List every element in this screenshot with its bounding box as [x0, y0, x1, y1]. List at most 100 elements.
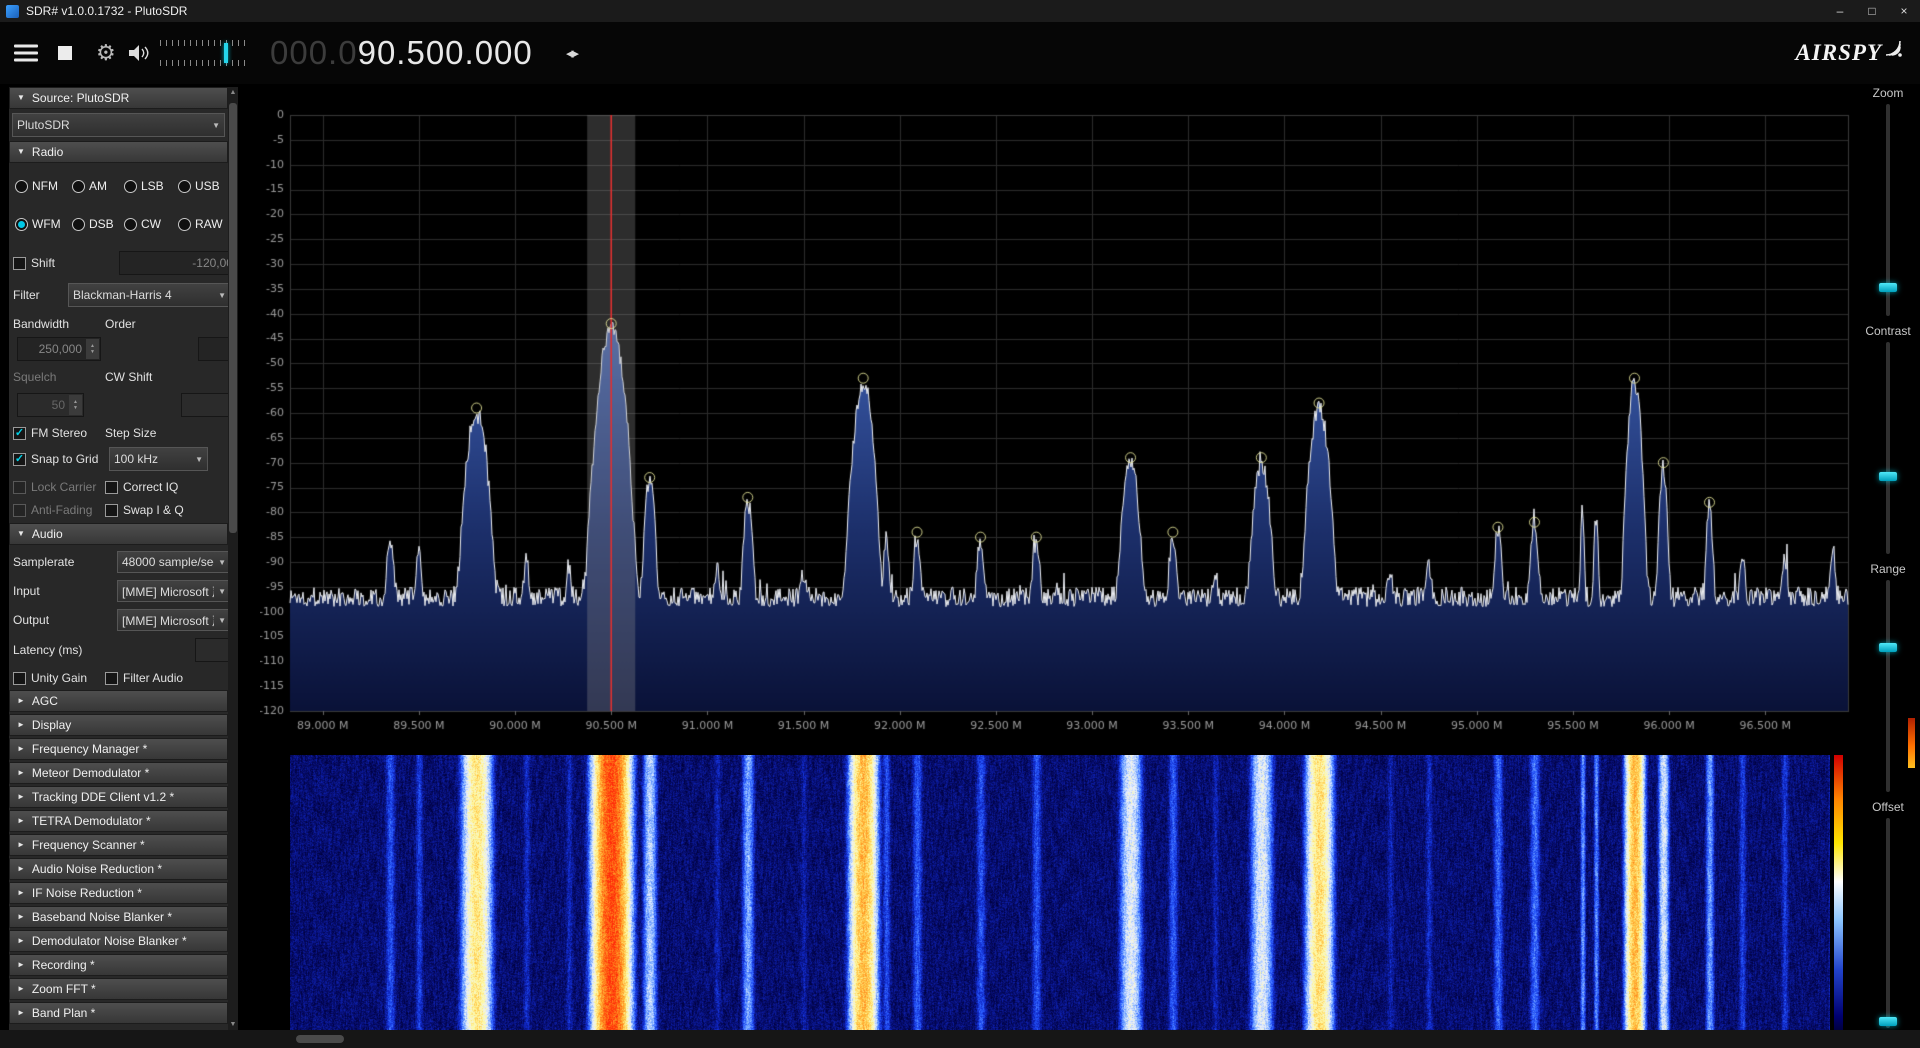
chevron-down-icon: ▼ — [191, 455, 203, 464]
samplerate-label: Samplerate — [13, 555, 74, 569]
panel-title: Display — [32, 718, 71, 732]
bandwidth-value: 250,000 — [39, 342, 82, 356]
maximize-button[interactable]: □ — [1856, 0, 1888, 22]
squelch-input[interactable]: 50 ▲▼ — [17, 393, 84, 417]
panel-baseband-noise-blanker[interactable]: ►Baseband Noise Blanker * — [9, 906, 228, 928]
panel-tracking-dde-client-v1-2[interactable]: ►Tracking DDE Client v1.2 * — [9, 786, 228, 808]
slider-track[interactable] — [1886, 818, 1890, 1028]
correct-iq-checkbox[interactable] — [105, 481, 118, 494]
panel-zoom-fft[interactable]: ►Zoom FFT * — [9, 978, 228, 1000]
audio-input-select[interactable]: [MME] Microsoft 声 ▼ — [117, 580, 228, 602]
scrollbar-thumb[interactable] — [229, 103, 237, 533]
mode-raw[interactable]: RAW — [178, 217, 228, 231]
unity-gain-label: Unity Gain — [31, 671, 87, 685]
volume-thumb[interactable] — [224, 43, 228, 63]
snap-to-grid-checkbox[interactable]: ✓ — [13, 453, 26, 466]
order-input[interactable]: 250 ▲▼ — [198, 337, 228, 361]
sidebar-scrollbar[interactable]: ▲ ▼ — [228, 87, 238, 1030]
panel-recording[interactable]: ►Recording * — [9, 954, 228, 976]
samplerate-select[interactable]: 48000 sample/sec ▼ — [117, 551, 228, 573]
waterfall-display[interactable] — [290, 755, 1830, 1030]
swap-iq-label: Swap I & Q — [123, 503, 184, 517]
mode-nfm[interactable]: NFM — [15, 179, 72, 193]
snap-to-grid-label: Snap to Grid — [31, 452, 98, 466]
stop-icon — [58, 46, 72, 60]
expand-arrow-icon: ► — [17, 985, 25, 993]
lock-carrier-checkbox[interactable] — [13, 481, 26, 494]
section-title: Audio — [32, 527, 63, 541]
slider-handle[interactable] — [1879, 1017, 1897, 1026]
latency-input[interactable]: 51 ▲▼ — [195, 638, 228, 662]
slider-handle[interactable] — [1879, 283, 1897, 292]
volume-slider[interactable] — [160, 40, 248, 66]
waterfall-color-scale — [1834, 755, 1843, 1030]
slider-label: Contrast — [1856, 324, 1920, 338]
settings-button[interactable]: ⚙ — [96, 42, 116, 64]
panel-band-plan[interactable]: ►Band Plan * — [9, 1002, 228, 1024]
step-size-label: Step Size — [105, 426, 156, 440]
control-panel: ▼ Source: PlutoSDR PlutoSDR ▼ ▼ Radio NF… — [9, 87, 228, 1030]
bandwidth-input[interactable]: 250,000 ▲▼ — [17, 337, 101, 361]
device-select[interactable]: PlutoSDR ▼ — [12, 113, 225, 137]
panel-tetra-demodulator[interactable]: ►TETRA Demodulator * — [9, 810, 228, 832]
bottom-scrollbar[interactable] — [0, 1030, 1920, 1048]
radio-dot-icon — [178, 180, 191, 193]
panel-audio-noise-reduction[interactable]: ►Audio Noise Reduction * — [9, 858, 228, 880]
panel-meteor-demodulator[interactable]: ►Meteor Demodulator * — [9, 762, 228, 784]
shift-input[interactable]: -120,000,000 ▲▼ — [119, 251, 228, 275]
title-bar: SDR# v1.0.0.1732 - PlutoSDR – □ × — [0, 0, 1920, 22]
scroll-up-icon[interactable]: ▲ — [228, 89, 238, 96]
spinner-icon[interactable]: ▲▼ — [86, 339, 99, 359]
frequency-display[interactable]: 000.090.500.000 — [270, 34, 533, 72]
slider-track[interactable] — [1886, 342, 1890, 554]
filter-select[interactable]: Blackman-Harris 4 ▼ — [68, 283, 228, 307]
slider-track[interactable] — [1886, 580, 1890, 792]
slider-handle[interactable] — [1879, 472, 1897, 481]
mode-lsb[interactable]: LSB — [124, 179, 178, 193]
mode-usb[interactable]: USB — [178, 179, 228, 193]
step-size-select[interactable]: 100 kHz ▼ — [109, 447, 208, 471]
radio-section-header[interactable]: ▼ Radio — [9, 141, 228, 163]
panel-title: Recording * — [32, 958, 95, 972]
volume-ruler-ticks — [160, 40, 248, 46]
mode-wfm[interactable]: WFM — [15, 217, 72, 231]
minimize-button[interactable]: – — [1824, 0, 1856, 22]
close-button[interactable]: × — [1888, 0, 1920, 22]
scroll-gradient-thumb[interactable] — [1908, 718, 1915, 768]
audio-output-select[interactable]: [MME] Microsoft 声 ▼ — [117, 609, 228, 631]
slider-track[interactable] — [1886, 104, 1890, 316]
expand-arrow-icon: ► — [17, 889, 25, 897]
expand-arrow-icon: ► — [17, 817, 25, 825]
swap-iq-checkbox[interactable] — [105, 504, 118, 517]
anti-fading-checkbox[interactable] — [13, 504, 26, 517]
cw-shift-input[interactable]: 1,000 ▲▼ — [181, 393, 228, 417]
panel-agc[interactable]: ►AGC — [9, 690, 228, 712]
spectrum-display[interactable] — [260, 88, 1855, 746]
slider-handle[interactable] — [1879, 643, 1897, 652]
scrollbar-thumb[interactable] — [296, 1035, 344, 1043]
gear-icon: ⚙ — [96, 42, 116, 64]
menu-button[interactable] — [14, 41, 38, 66]
mode-cw[interactable]: CW — [124, 217, 178, 231]
fm-stereo-checkbox[interactable]: ✓ — [13, 427, 26, 440]
filter-audio-checkbox[interactable] — [105, 672, 118, 685]
panel-display[interactable]: ►Display — [9, 714, 228, 736]
scroll-down-icon[interactable]: ▼ — [228, 1021, 238, 1028]
mode-dsb[interactable]: DSB — [72, 217, 124, 231]
cw-shift-label: CW Shift — [105, 370, 152, 384]
panel-if-noise-reduction[interactable]: ►IF Noise Reduction * — [9, 882, 228, 904]
panel-frequency-scanner[interactable]: ►Frequency Scanner * — [9, 834, 228, 856]
panel-frequency-manager[interactable]: ►Frequency Manager * — [9, 738, 228, 760]
unity-gain-checkbox[interactable] — [13, 672, 26, 685]
airspy-text: AIRSPY — [1795, 40, 1882, 66]
panel-demodulator-noise-blanker[interactable]: ►Demodulator Noise Blanker * — [9, 930, 228, 952]
mode-am[interactable]: AM — [72, 179, 124, 193]
mute-button[interactable] — [128, 44, 150, 62]
shift-checkbox[interactable] — [13, 257, 26, 270]
fm-stereo-label: FM Stereo — [31, 426, 87, 440]
slider-label: Offset — [1856, 800, 1920, 814]
source-section-header[interactable]: ▼ Source: PlutoSDR — [9, 87, 228, 109]
frequency-step-arrows[interactable]: ◂▸ — [566, 44, 577, 62]
stop-button[interactable] — [58, 46, 72, 60]
audio-section-header[interactable]: ▼ Audio — [9, 523, 228, 545]
